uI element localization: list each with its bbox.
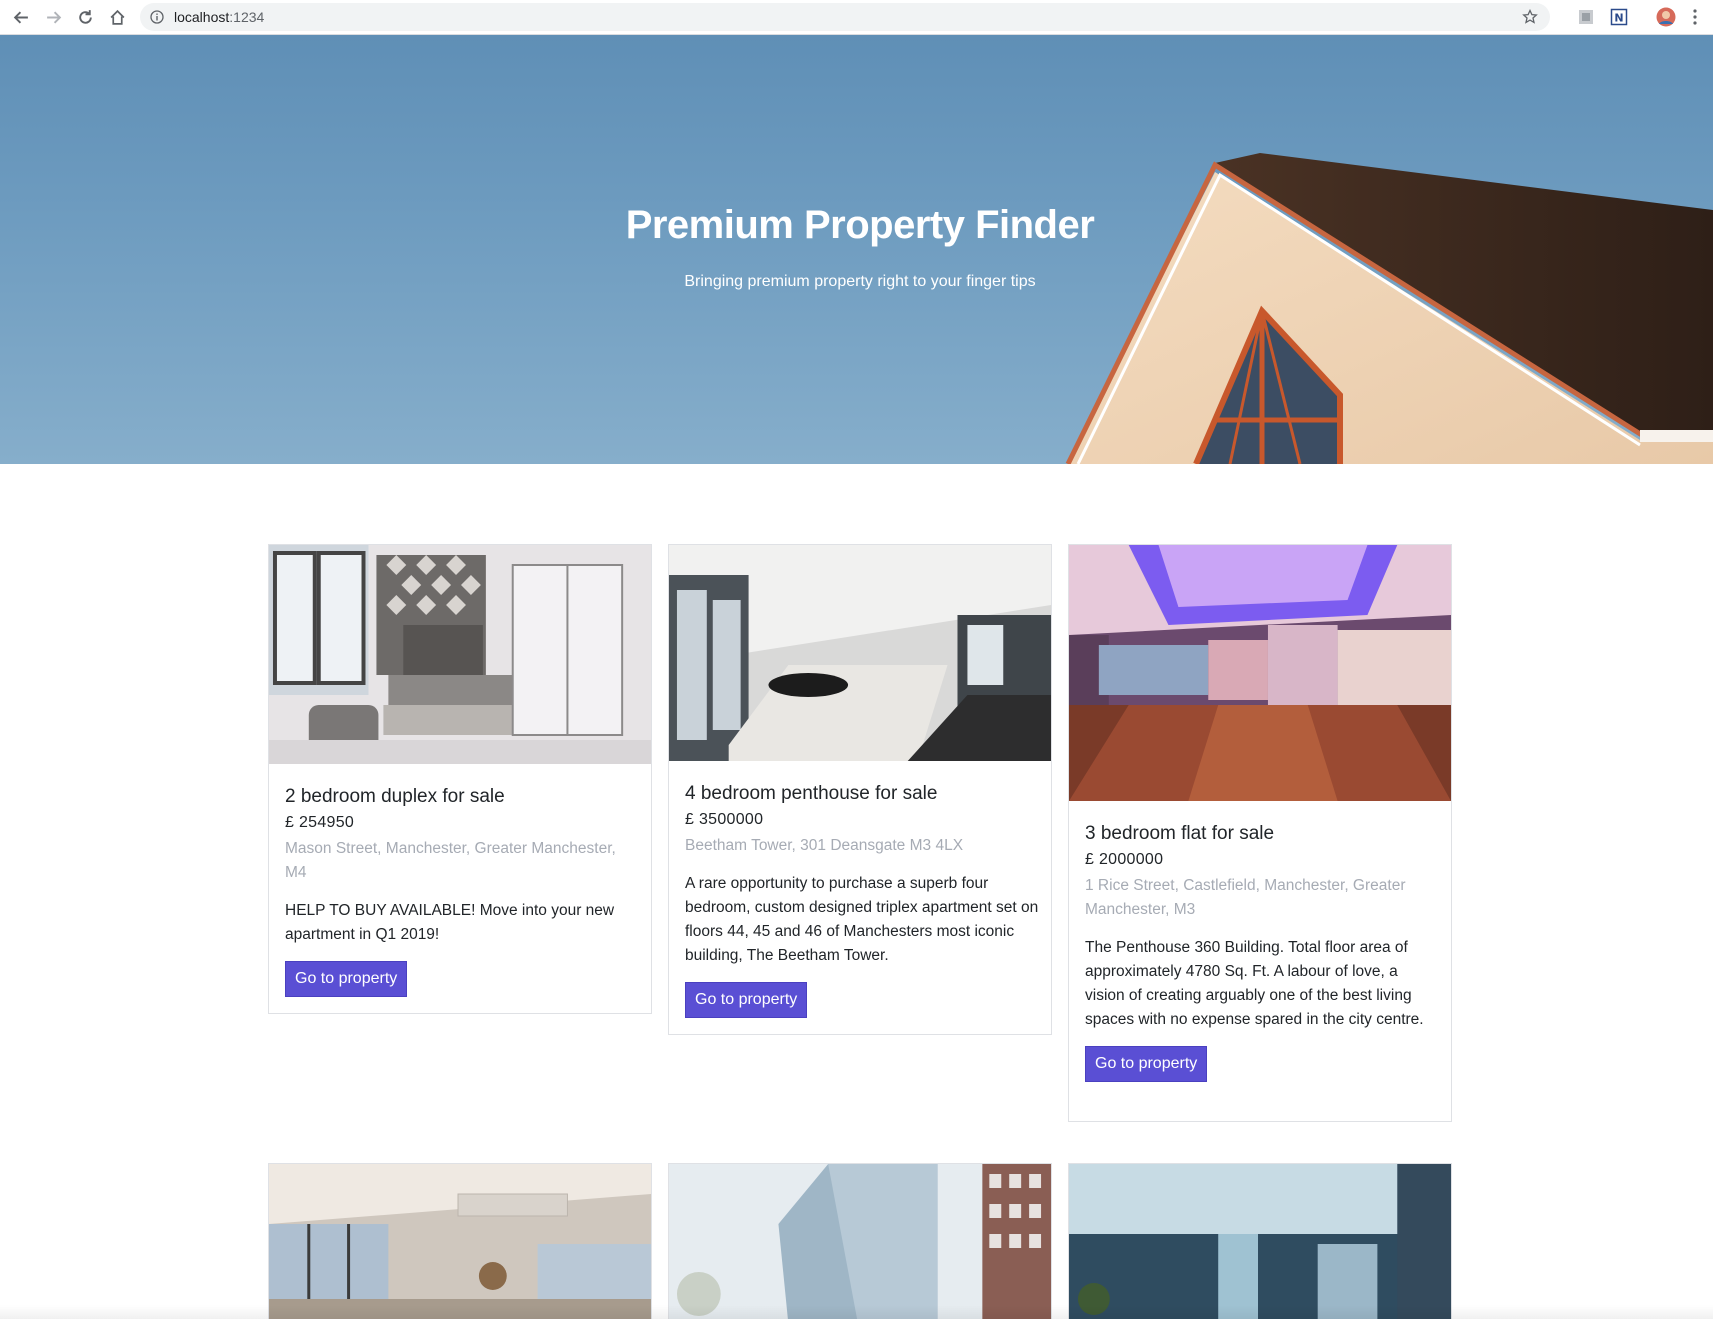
house-roof-image: [1065, 153, 1713, 464]
property-photo-living-room: [669, 545, 1051, 761]
notion-extension-icon[interactable]: N: [1610, 8, 1628, 26]
property-price: £ 3500000: [685, 811, 764, 828]
card-body: 3 bedroom flat for sale £ 2000000 1 Rice…: [1085, 822, 1439, 1082]
property-card: [1068, 1163, 1452, 1319]
avatar[interactable]: [1656, 7, 1676, 27]
svg-text:N: N: [1614, 12, 1623, 25]
go-to-property-button[interactable]: Go to property: [685, 982, 808, 1018]
property-photo-bedroom: [269, 545, 651, 764]
property-photo-lounge: [269, 1164, 651, 1319]
property-card: [268, 1163, 652, 1319]
property-title: 4 bedroom penthouse for sale: [685, 783, 938, 804]
card-body: 4 bedroom penthouse for sale £ 3500000 B…: [685, 782, 1039, 1018]
page-title: Premium Property Finder: [625, 203, 1095, 247]
property-title: 2 bedroom duplex for sale: [285, 786, 505, 807]
property-address: 1 Rice Street, Castlefield, Manchester, …: [1085, 877, 1406, 918]
address-bar[interactable]: localhost:1234: [140, 3, 1550, 31]
reload-icon[interactable]: [74, 6, 96, 28]
property-card: [668, 1163, 1052, 1319]
property-address: Mason Street, Manchester, Greater Manche…: [285, 840, 616, 881]
bookmark-star-icon[interactable]: [1522, 9, 1538, 25]
property-description: The Penthouse 360 Building. Total floor …: [1085, 939, 1424, 1028]
menu-dots-icon[interactable]: [1691, 8, 1699, 26]
hero-banner: Premium Property Finder Bringing premium…: [0, 35, 1713, 464]
card-body: 2 bedroom duplex for sale £ 254950 Mason…: [285, 785, 639, 997]
scroll-shadow: [0, 1305, 1713, 1319]
forward-icon[interactable]: [42, 6, 64, 28]
home-icon[interactable]: [106, 6, 128, 28]
extension-icon[interactable]: [1577, 8, 1595, 26]
go-to-property-button[interactable]: Go to property: [285, 961, 408, 997]
property-photo-pool: [1069, 1164, 1451, 1319]
property-photo-penthouse: [1069, 545, 1451, 801]
property-price: £ 2000000: [1085, 851, 1164, 868]
go-to-property-button[interactable]: Go to property: [1085, 1046, 1208, 1082]
property-title: 3 bedroom flat for sale: [1085, 823, 1275, 844]
property-description: HELP TO BUY AVAILABLE! Move into your ne…: [285, 902, 615, 943]
property-card: 4 bedroom penthouse for sale £ 3500000 B…: [668, 544, 1052, 1035]
property-card: 2 bedroom duplex for sale £ 254950 Mason…: [268, 544, 652, 1014]
url-text: localhost:1234: [174, 9, 265, 25]
property-description: A rare opportunity to purchase a superb …: [685, 875, 1039, 964]
property-price: £ 254950: [285, 814, 355, 831]
page-subtitle: Bringing premium property right to your …: [684, 273, 1036, 290]
property-photo-tower: [669, 1164, 1051, 1319]
browser-toolbar: localhost:1234 N: [0, 0, 1713, 35]
property-card: 3 bedroom flat for sale £ 2000000 1 Rice…: [1068, 544, 1452, 1122]
info-icon[interactable]: [150, 10, 164, 24]
back-icon[interactable]: [10, 6, 32, 28]
property-address: Beetham Tower, 301 Deansgate M3 4LX: [685, 837, 964, 854]
